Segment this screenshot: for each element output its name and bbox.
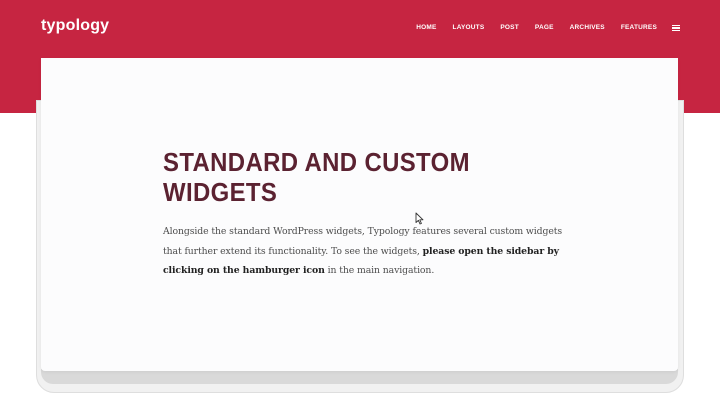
nav-item-layouts[interactable]: LAYOUTS	[453, 22, 485, 34]
intro-text-end: in the main navigation.	[324, 265, 435, 276]
nav-item-page[interactable]: PAGE	[535, 22, 554, 34]
main-navigation: HOME LAYOUTS POST PAGE ARCHIVES FEATURES	[416, 22, 680, 34]
content-frame-bottom	[41, 369, 678, 384]
nav-item-archives[interactable]: ARCHIVES	[570, 22, 605, 34]
content-card	[41, 58, 678, 371]
hamburger-icon[interactable]	[672, 24, 680, 32]
nav-item-post[interactable]: POST	[500, 22, 519, 34]
page-title: STANDARD AND CUSTOM WIDGETS	[163, 147, 470, 207]
nav-item-home[interactable]: HOME	[416, 22, 436, 34]
site-logo[interactable]: typology	[41, 17, 109, 35]
nav-item-features[interactable]: FEATURES	[621, 22, 657, 34]
mouse-pointer-icon	[415, 212, 424, 225]
intro-paragraph: Alongside the standard WordPress widgets…	[163, 222, 563, 281]
